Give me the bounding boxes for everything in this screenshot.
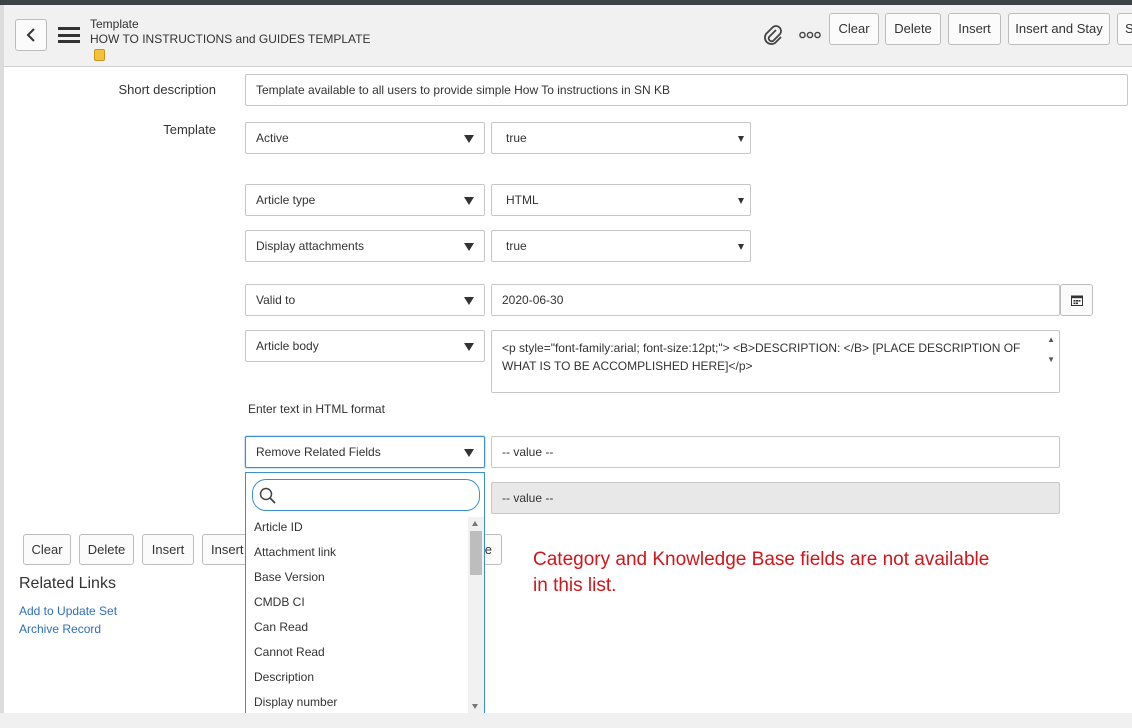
record-name: HOW TO INSTRUCTIONS and GUIDES TEMPLATE (90, 32, 371, 46)
field-selector-label: Article body (256, 339, 319, 353)
short-description-label: Short description (118, 82, 216, 97)
bottom-insert-and-stay-button[interactable]: Insert (202, 534, 250, 565)
short-description-input[interactable]: Template available to all users to provi… (245, 74, 1128, 106)
annotation-line-1: Category and Knowledge Base fields are n… (533, 549, 990, 570)
select-value: true (506, 239, 527, 253)
chevron-left-icon (26, 28, 35, 42)
annotation-line-2: in this list. (533, 575, 617, 596)
list-item[interactable]: CMDB CI (246, 592, 468, 617)
display-attachments-value-select[interactable]: true (491, 230, 751, 262)
dropdown-search-input[interactable] (252, 479, 480, 511)
triangle-down-icon (464, 197, 474, 205)
chevron-down-icon (738, 198, 744, 204)
dropdown-options: Article ID Attachment link Base Version … (246, 517, 468, 717)
archive-record-link[interactable]: Archive Record (19, 622, 101, 636)
triangle-down-icon (464, 297, 474, 305)
back-button[interactable] (15, 19, 47, 51)
article-type-value-select[interactable]: HTML (491, 184, 751, 216)
list-item[interactable]: Base Version (246, 567, 468, 592)
field-selector-label: Display attachments (256, 239, 365, 253)
field-selector-article-body[interactable]: Article body (245, 330, 485, 362)
dropdown-scrollbar[interactable] (468, 517, 484, 715)
field-selector-article-type[interactable]: Article type (245, 184, 485, 216)
insert-button[interactable]: Insert (948, 13, 1001, 45)
field-selector-label: Article type (256, 193, 316, 207)
search-icon (259, 487, 276, 504)
paperclip-icon[interactable] (762, 25, 784, 47)
bottom-delete-button[interactable]: Delete (79, 534, 134, 565)
secondary-value-input: -- value -- (491, 482, 1060, 514)
scrollbar-thumb[interactable] (470, 531, 482, 575)
field-selector-label: Active (256, 131, 289, 145)
remove-related-value-input[interactable]: -- value -- (491, 436, 1060, 468)
chevron-down-icon (738, 136, 744, 142)
calendar-icon (1070, 295, 1083, 306)
triangle-down-icon (464, 343, 474, 351)
template-badge-icon (94, 49, 105, 61)
triangle-down-icon (464, 243, 474, 251)
list-item[interactable]: Can Read (246, 617, 468, 642)
related-links-title: Related Links (19, 575, 116, 592)
list-item[interactable]: Attachment link (246, 542, 468, 567)
select-value: HTML (506, 193, 539, 207)
overflow-header-button[interactable]: S (1117, 13, 1132, 45)
insert-and-stay-button[interactable]: Insert and Stay (1008, 13, 1110, 45)
clear-button[interactable]: Clear (829, 13, 879, 45)
select-value: true (506, 131, 527, 145)
article-body-text: <p style="font-family:arial; font-size:1… (502, 341, 1021, 373)
scroll-down-icon[interactable] (472, 704, 478, 709)
field-selector-remove-related[interactable]: Remove Related Fields (245, 436, 485, 468)
triangle-down-icon (464, 449, 474, 457)
add-to-update-set-link[interactable]: Add to Update Set (19, 604, 117, 618)
chevron-down-icon (738, 244, 744, 250)
list-item[interactable]: Description (246, 667, 468, 692)
field-selector-active[interactable]: Active (245, 122, 485, 154)
field-selector-valid-to[interactable]: Valid to (245, 284, 485, 316)
field-selector-display-attachments[interactable]: Display attachments (245, 230, 485, 262)
scroll-up-icon[interactable] (472, 521, 478, 526)
field-dropdown-list: Article ID Attachment link Base Version … (245, 472, 485, 715)
record-type: Template (90, 17, 139, 31)
left-edge (0, 5, 4, 728)
triangle-down-icon (464, 135, 474, 143)
list-item[interactable]: Cannot Read (246, 642, 468, 667)
valid-to-date-input[interactable]: 2020-06-30 (491, 284, 1060, 316)
hamburger-menu-icon[interactable] (58, 27, 80, 43)
article-body-textarea[interactable]: <p style="font-family:arial; font-size:1… (491, 330, 1060, 393)
form-header: Template HOW TO INSTRUCTIONS and GUIDES … (0, 5, 1132, 67)
list-item[interactable]: Article ID (246, 517, 468, 542)
field-selector-label: Valid to (256, 293, 296, 307)
more-options-icon[interactable] (799, 31, 821, 39)
field-selector-label: Remove Related Fields (256, 445, 381, 459)
bottom-scroll-area (0, 713, 1132, 728)
delete-button[interactable]: Delete (885, 13, 941, 45)
html-format-hint: Enter text in HTML format (248, 402, 385, 416)
annotation-note: Category and Knowledge Base fields are n… (533, 547, 989, 599)
bottom-insert-button[interactable]: Insert (142, 534, 194, 565)
calendar-button[interactable] (1060, 284, 1093, 316)
active-value-select[interactable]: true (491, 122, 751, 154)
bottom-clear-button[interactable]: Clear (23, 534, 71, 565)
textarea-scrollbar[interactable]: ▲ ▼ (1047, 335, 1055, 365)
template-label: Template (163, 122, 216, 137)
